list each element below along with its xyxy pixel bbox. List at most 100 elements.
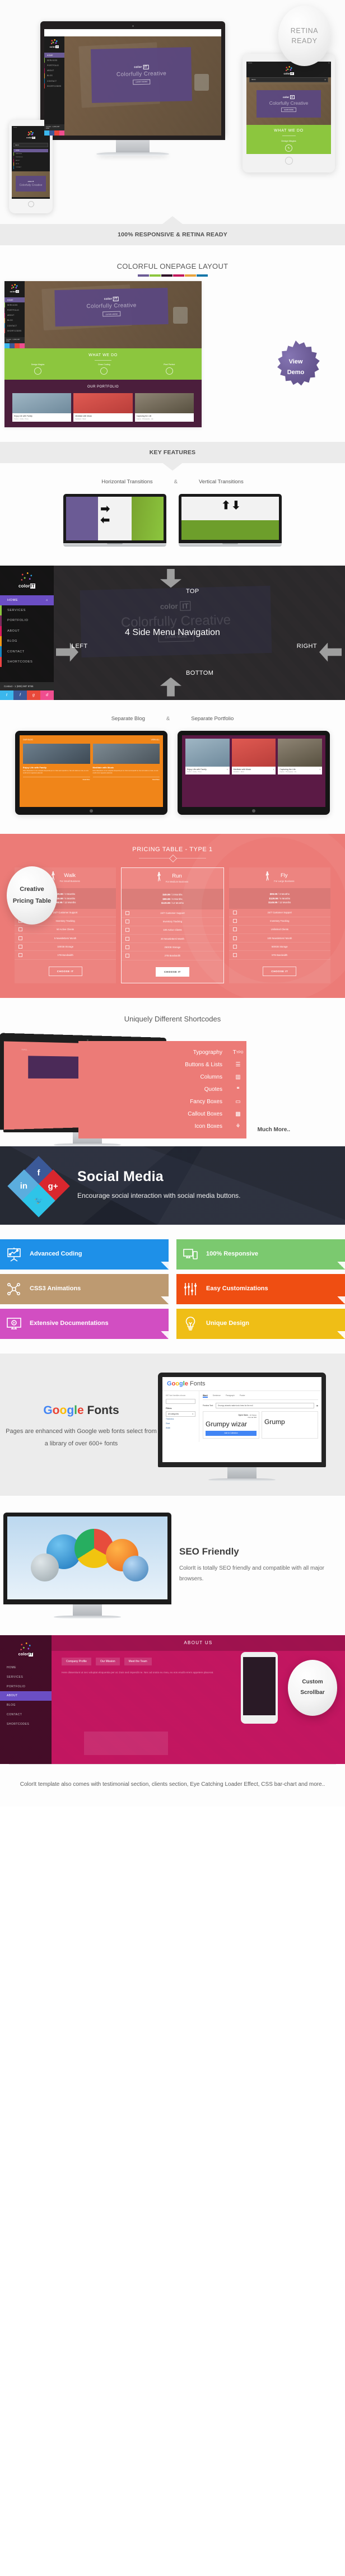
sidebar-item-contact[interactable]: CONTACT <box>0 1710 52 1720</box>
nav-item-home[interactable]: HOME <box>4 297 25 303</box>
portfolio-card[interactable]: Enjoy Life with Family Tourism . Family .… <box>12 393 72 422</box>
sidebar-item-portfolio[interactable]: PORTFOLIO <box>0 1682 52 1691</box>
shortcode-fancy-boxes[interactable]: Fancy Boxes ▭ <box>78 1096 246 1108</box>
preview-text-input[interactable]: Grumpy wizards make toxic brew for the e… <box>215 1402 314 1408</box>
filter-slant[interactable]: Slant <box>166 1421 195 1426</box>
dribbble-icon[interactable] <box>59 130 64 136</box>
nav-item-contact[interactable]: CONTACT <box>13 166 48 169</box>
shortcode-typography[interactable]: Typography T YPO <box>78 1047 246 1059</box>
tab-our-mission[interactable]: Our Mission <box>95 1657 120 1665</box>
nav-item-shortcodes[interactable]: SHORTCODES <box>4 328 25 334</box>
nav-item-blog[interactable]: BLOG <box>4 318 25 323</box>
portfolio-card[interactable]: Capturing the Life ▪ Capture . Photography… <box>278 738 323 774</box>
portfolio-card[interactable]: Meditate with Music ♪ Meditation . Music <box>231 738 276 774</box>
nav-item-portfolio[interactable]: PORTFOLIO <box>4 307 25 313</box>
blog-viewall-link[interactable]: VIEW ALL <box>151 739 160 741</box>
sidebar-social-bar[interactable]: t f g d <box>0 690 54 700</box>
side-nav-list[interactable]: HOME ⌂ SERVICES PORTFOLIO ABOUT BLOG CONT… <box>0 595 54 682</box>
portfolio-card[interactable]: Meditate with Music Meditation . Music <box>73 393 133 422</box>
sidebar-social-bar[interactable] <box>4 343 25 348</box>
feature-unique-design[interactable]: Unique Design <box>176 1308 345 1339</box>
nav-item-contact[interactable]: CONTACT <box>4 323 25 329</box>
learn-more-button[interactable]: LEARN MORE <box>132 79 151 85</box>
shortcode-callout-boxes[interactable]: Callout Boxes ▩ <box>78 1108 246 1121</box>
sidebar-item-services[interactable]: SERVICES <box>0 605 54 616</box>
tab-paragraph[interactable]: Paragraph <box>226 1394 235 1398</box>
blog-card[interactable]: Enjoy Life with Family Here dissentiunt … <box>23 743 90 781</box>
sidebar-item-shortcodes[interactable]: SHORTCODES <box>0 1719 52 1729</box>
font-search-input[interactable] <box>166 1398 195 1404</box>
facebook-icon[interactable]: f <box>13 690 27 700</box>
facebook-icon[interactable] <box>49 130 54 136</box>
category-select[interactable]: All categories ▾ <box>166 1411 195 1417</box>
about-tabs[interactable]: Company Profile Our Mission Meet the Tea… <box>62 1657 152 1665</box>
learn-more-button[interactable]: LEARN MORE <box>281 108 297 112</box>
twitter-icon[interactable] <box>44 130 49 136</box>
feature-responsive[interactable]: 100% Responsive <box>176 1239 345 1270</box>
sidebar-item-about[interactable]: ABOUT <box>0 1691 52 1701</box>
read-more-link[interactable]: Read More <box>23 777 90 781</box>
tab-word[interactable]: Word <box>203 1394 208 1398</box>
nav-item-about[interactable]: ABOUT <box>44 68 64 73</box>
iphone-nav-list[interactable]: HOME SERVICES PORTFOLIO ABOUT BLOG CONTA… <box>13 149 48 169</box>
dribbble-icon[interactable]: d <box>40 690 54 700</box>
twitter-icon[interactable] <box>4 343 10 348</box>
sidebar-item-blog[interactable]: BLOG <box>0 636 54 647</box>
feature-css3-animations[interactable]: CSS3 Animations <box>0 1273 169 1304</box>
filter-width[interactable]: Width <box>166 1426 195 1430</box>
nav-item-about[interactable]: ABOUT <box>4 312 25 318</box>
feature-extensive-documentations[interactable]: Extensive Documentations <box>0 1308 169 1339</box>
mobile-menu-toggle[interactable]: MENU ▤ <box>249 77 328 82</box>
shortcode-icon-boxes[interactable]: Icon Boxes ⚘ <box>78 1121 246 1133</box>
font-card[interactable]: Open Sans , 10 Styles Normal 400 Grumpy w… <box>203 1411 259 1439</box>
learn-more-button[interactable]: LEARN MORE <box>102 311 120 318</box>
mobile-menu-toggle[interactable]: MENU <box>13 143 48 147</box>
view-demo-badge-wrap[interactable]: View Demo <box>269 340 323 394</box>
sidebar-item-home[interactable]: HOME <box>0 1663 52 1673</box>
feature-easy-customizations[interactable]: Easy Customizations <box>176 1273 345 1304</box>
nav-item-services[interactable]: SERVICES <box>44 58 64 63</box>
sidebar-item-blog[interactable]: BLOG <box>0 1701 52 1710</box>
nav-item-contact[interactable]: CONTACT <box>44 78 64 84</box>
choose-it-button[interactable]: CHOOSE IT <box>48 966 82 976</box>
google-plus-icon[interactable] <box>54 130 59 136</box>
tab-meet-the-team[interactable]: Meet the Team <box>124 1657 152 1665</box>
sidebar-item-contact[interactable]: CONTACT <box>0 646 54 657</box>
portfolio-card[interactable]: Capturing the Life Capture . Photography … <box>134 393 194 422</box>
side-nav-list[interactable]: HOME SERVICES PORTFOLIO ABOUT BLOG CONTA… <box>0 1663 52 1729</box>
site-nav-list[interactable]: HOME SERVICES PORTFOLIO ABOUT BLOG CONTA… <box>44 53 64 124</box>
sidebar-item-services[interactable]: SERVICES <box>0 1672 52 1682</box>
sidebar-item-home[interactable]: HOME ⌂ <box>0 595 54 605</box>
iphone-home-button[interactable] <box>27 201 34 207</box>
twitter-icon[interactable]: t <box>0 690 13 700</box>
dribbble-icon[interactable] <box>20 343 25 348</box>
tab-poster[interactable]: Poster <box>240 1394 245 1398</box>
shortcode-quotes[interactable]: Quotes ❝ <box>78 1084 246 1096</box>
facebook-icon[interactable] <box>10 343 15 348</box>
read-more-link[interactable]: Read More <box>92 777 160 781</box>
filter-thickness[interactable]: Thickness <box>166 1417 195 1421</box>
sidebar-item-portfolio[interactable]: PORTFOLIO <box>0 615 54 626</box>
nav-item-services[interactable]: SERVICES <box>4 302 25 308</box>
view-demo-badge[interactable]: View Demo <box>277 340 320 386</box>
shortcode-columns[interactable]: Columns ▥ <box>78 1071 246 1084</box>
sidebar-item-shortcodes[interactable]: SHORTCODES <box>0 656 54 668</box>
blog-card[interactable]: Meditate with Music Here dissentiunt ut … <box>92 743 160 781</box>
tab-sentence[interactable]: Sentence <box>213 1394 221 1398</box>
feature-advanced-coding[interactable]: Advanced Coding <box>0 1239 169 1270</box>
onepage-nav-list[interactable]: HOME SERVICES PORTFOLIO ABOUT BLOG CONTA… <box>4 297 25 337</box>
choose-it-button[interactable]: CHOOSE IT <box>263 966 297 976</box>
google-plus-icon[interactable] <box>15 343 20 348</box>
google-plus-icon[interactable]: g <box>27 690 40 700</box>
nav-item-portfolio[interactable]: PORTFOLIO <box>44 63 64 68</box>
sidebar-social-bar[interactable] <box>44 130 64 136</box>
preview-tabs[interactable]: Word Sentence Paragraph Poster <box>203 1394 318 1400</box>
add-to-collection-button[interactable] <box>264 1428 315 1434</box>
font-card[interactable]: Grump <box>262 1411 318 1439</box>
shortcode-buttons-lists[interactable]: Buttons & Lists ☰ <box>78 1059 246 1071</box>
add-to-collection-button[interactable]: Add to Collection <box>206 1430 257 1436</box>
sidebar-item-about[interactable]: ABOUT <box>0 626 54 636</box>
ipad-home-button[interactable] <box>285 157 293 165</box>
portfolio-card[interactable]: Enjoy Life with Family ▪ Tourism . Family … <box>185 738 230 774</box>
nav-item-shortcodes[interactable]: SHORTCODES <box>44 83 64 89</box>
